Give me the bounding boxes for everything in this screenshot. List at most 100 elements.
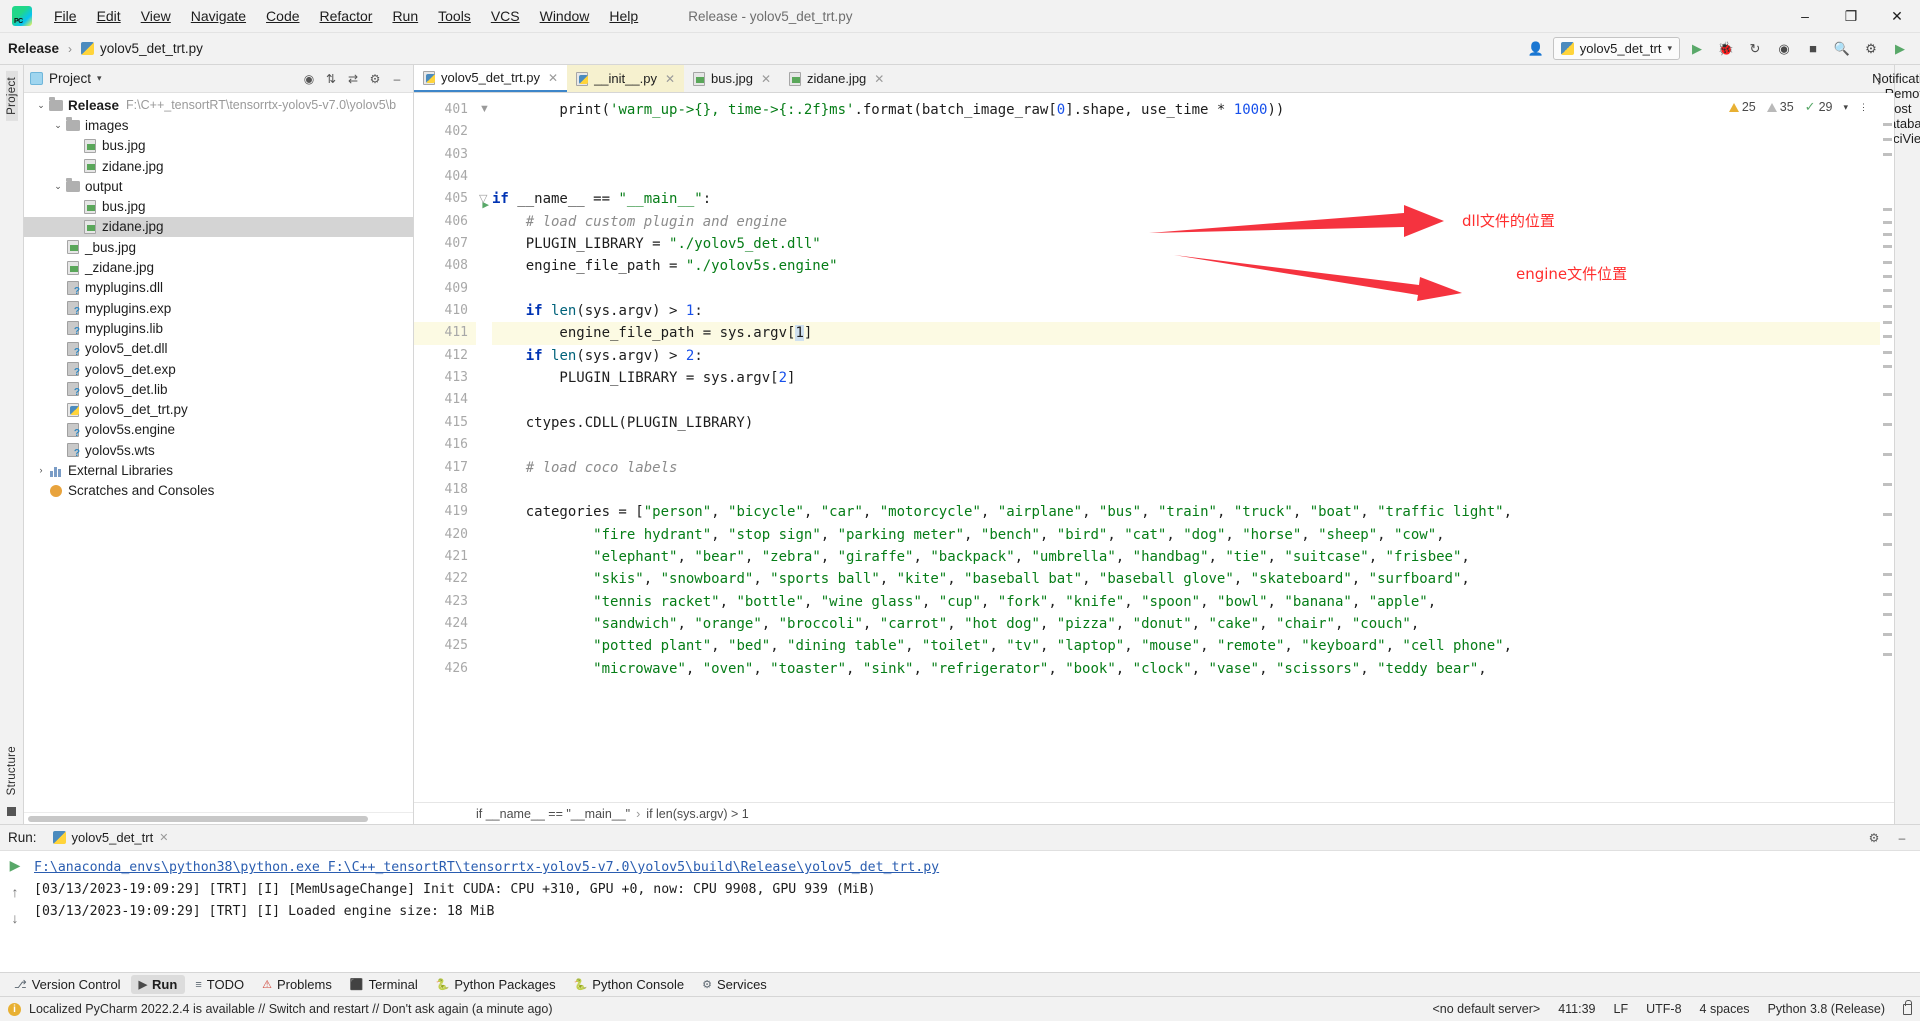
line-number[interactable]: 418	[414, 479, 476, 501]
fold-marker[interactable]	[476, 367, 492, 389]
menu-refactor[interactable]: Refactor	[310, 4, 383, 28]
menu-vcs[interactable]: VCS	[481, 4, 530, 28]
code-line[interactable]: "fire hydrant", "stop sign", "parking me…	[492, 524, 1894, 546]
line-number[interactable]: 411	[414, 322, 476, 345]
error-stripe-mark[interactable]	[1883, 633, 1892, 636]
menu-run[interactable]: Run	[382, 4, 428, 28]
menu-tools[interactable]: Tools	[428, 4, 481, 28]
more-options-icon[interactable]: ⋮	[1859, 102, 1868, 113]
breadcrumb-project[interactable]: Release	[8, 41, 59, 56]
code-line[interactable]: "elephant", "bear", "zebra", "giraffe", …	[492, 546, 1894, 568]
scrollbar-thumb[interactable]	[28, 816, 368, 822]
error-stripe-mark[interactable]	[1883, 453, 1892, 456]
fold-marker[interactable]	[476, 568, 492, 590]
close-icon[interactable]: ✕	[665, 72, 675, 86]
code-editor[interactable]: 401 402 403 404 405 ▶ 406 407 408 409 410 411 412 413…	[414, 93, 1894, 802]
code-line[interactable]: "sandwich", "orange", "broccoli", "carro…	[492, 613, 1894, 635]
line-number[interactable]: 425	[414, 635, 476, 657]
error-stripe-mark[interactable]	[1883, 573, 1892, 576]
error-stripe-mark[interactable]	[1883, 289, 1892, 292]
fold-marker[interactable]	[476, 389, 492, 411]
error-stripe-scrollbar[interactable]	[1880, 93, 1894, 802]
chevron-down-icon[interactable]: ▾	[97, 73, 102, 84]
console-line[interactable]: F:\anaconda_envs\python38\python.exe F:\…	[34, 857, 1916, 879]
fold-marker[interactable]	[476, 345, 492, 367]
tree-item[interactable]: yolov5_det.dll	[24, 339, 413, 359]
maximize-button[interactable]: ❐	[1828, 0, 1874, 33]
code-line[interactable]: print('warm_up->{}, time->{:.2f}ms'.form…	[492, 99, 1894, 121]
caret-position[interactable]: 411:39	[1558, 1002, 1595, 1016]
minimize-button[interactable]: –	[1782, 0, 1828, 33]
collapse-all-icon[interactable]: ⇄	[343, 69, 363, 89]
code-line[interactable]: ctypes.CDLL(PLUGIN_LIBRARY)	[492, 412, 1894, 434]
line-number[interactable]: 405 ▶	[414, 188, 489, 211]
error-stripe-mark[interactable]	[1883, 123, 1892, 126]
fold-marker[interactable]	[476, 479, 492, 501]
menu-code[interactable]: Code	[256, 4, 309, 28]
code-line[interactable]	[492, 166, 1894, 188]
line-number[interactable]: 417	[414, 457, 476, 479]
coverage-button[interactable]: ↻	[1743, 38, 1767, 60]
tree-item[interactable]: zidane.jpg	[24, 216, 413, 238]
tree-item[interactable]: Scratches and Consoles	[24, 481, 413, 501]
error-stripe-mark[interactable]	[1883, 321, 1892, 324]
menu-help[interactable]: Help	[599, 4, 648, 28]
run-tab[interactable]: yolov5_det_trt ✕	[47, 828, 175, 847]
tree-item[interactable]: ⌄ output	[24, 176, 413, 196]
error-stripe-mark[interactable]	[1883, 483, 1892, 486]
rail-item-project[interactable]: Project	[5, 71, 18, 121]
line-number[interactable]: 421	[414, 546, 476, 568]
error-stripe-mark[interactable]	[1883, 423, 1892, 426]
fold-marker[interactable]	[476, 613, 492, 635]
code-line[interactable]	[492, 389, 1894, 411]
code-line[interactable]: if len(sys.argv) > 2:	[492, 345, 1894, 367]
file-encoding[interactable]: UTF-8	[1646, 1002, 1681, 1016]
default-server-status[interactable]: <no default server>	[1432, 1002, 1540, 1016]
tool-window-button[interactable]: ≡ TODO	[187, 975, 252, 994]
search-icon[interactable]: 🔍	[1830, 38, 1854, 60]
chevron-down-icon[interactable]: ⌄	[34, 100, 48, 111]
fold-marker[interactable]	[476, 501, 492, 523]
error-stripe-mark[interactable]	[1883, 305, 1892, 308]
tree-item[interactable]: yolov5s.wts	[24, 440, 413, 460]
tree-item[interactable]: myplugins.exp	[24, 298, 413, 318]
user-icon[interactable]: 👤	[1524, 38, 1548, 60]
bookmarks-icon[interactable]	[7, 807, 16, 816]
line-number[interactable]: 413	[414, 367, 476, 389]
indent-setting[interactable]: 4 spaces	[1700, 1002, 1750, 1016]
line-number[interactable]: 422	[414, 568, 476, 590]
tool-window-button[interactable]: ⚠ Problems	[254, 975, 340, 994]
tree-item[interactable]: myplugins.lib	[24, 318, 413, 338]
fold-marker[interactable]	[476, 233, 492, 255]
line-number[interactable]: 420	[414, 524, 476, 546]
fold-marker[interactable]	[476, 457, 492, 479]
line-number[interactable]: 423	[414, 591, 476, 613]
fold-marker[interactable]	[476, 322, 492, 344]
hide-panel-icon[interactable]: –	[387, 69, 407, 89]
error-stripe-mark[interactable]	[1883, 208, 1892, 211]
line-number[interactable]: 424	[414, 613, 476, 635]
close-icon[interactable]: ✕	[159, 831, 168, 844]
updates-icon[interactable]: ▶	[1888, 38, 1912, 60]
inspection-widget[interactable]: 25 35 ✓ 29 ▾ ⋮	[1724, 97, 1872, 117]
fold-marker[interactable]	[476, 591, 492, 613]
debug-button[interactable]: 🐞	[1714, 38, 1738, 60]
fold-marker[interactable]	[476, 166, 492, 188]
tool-window-button[interactable]: 🐍 Python Packages	[428, 975, 564, 994]
fold-marker[interactable]	[476, 300, 492, 322]
error-stripe-mark[interactable]	[1883, 138, 1892, 141]
chevron-down-icon[interactable]: ▾	[1843, 102, 1848, 113]
fold-marker[interactable]	[476, 658, 492, 680]
run-configuration-selector[interactable]: yolov5_det_trt ▾	[1552, 37, 1680, 60]
close-button[interactable]: ✕	[1874, 0, 1920, 33]
tree-item[interactable]: yolov5s.engine	[24, 420, 413, 440]
line-number[interactable]: 408	[414, 255, 476, 277]
code-line[interactable]: # load coco labels	[492, 457, 1894, 479]
tree-item[interactable]: zidane.jpg	[24, 156, 413, 176]
code-line[interactable]	[492, 434, 1894, 456]
line-number[interactable]: 401	[414, 99, 476, 121]
fold-marker[interactable]	[476, 278, 492, 300]
code-line[interactable]	[492, 479, 1894, 501]
fold-marker[interactable]: ▽	[476, 188, 492, 210]
menu-file[interactable]: File	[44, 4, 87, 28]
